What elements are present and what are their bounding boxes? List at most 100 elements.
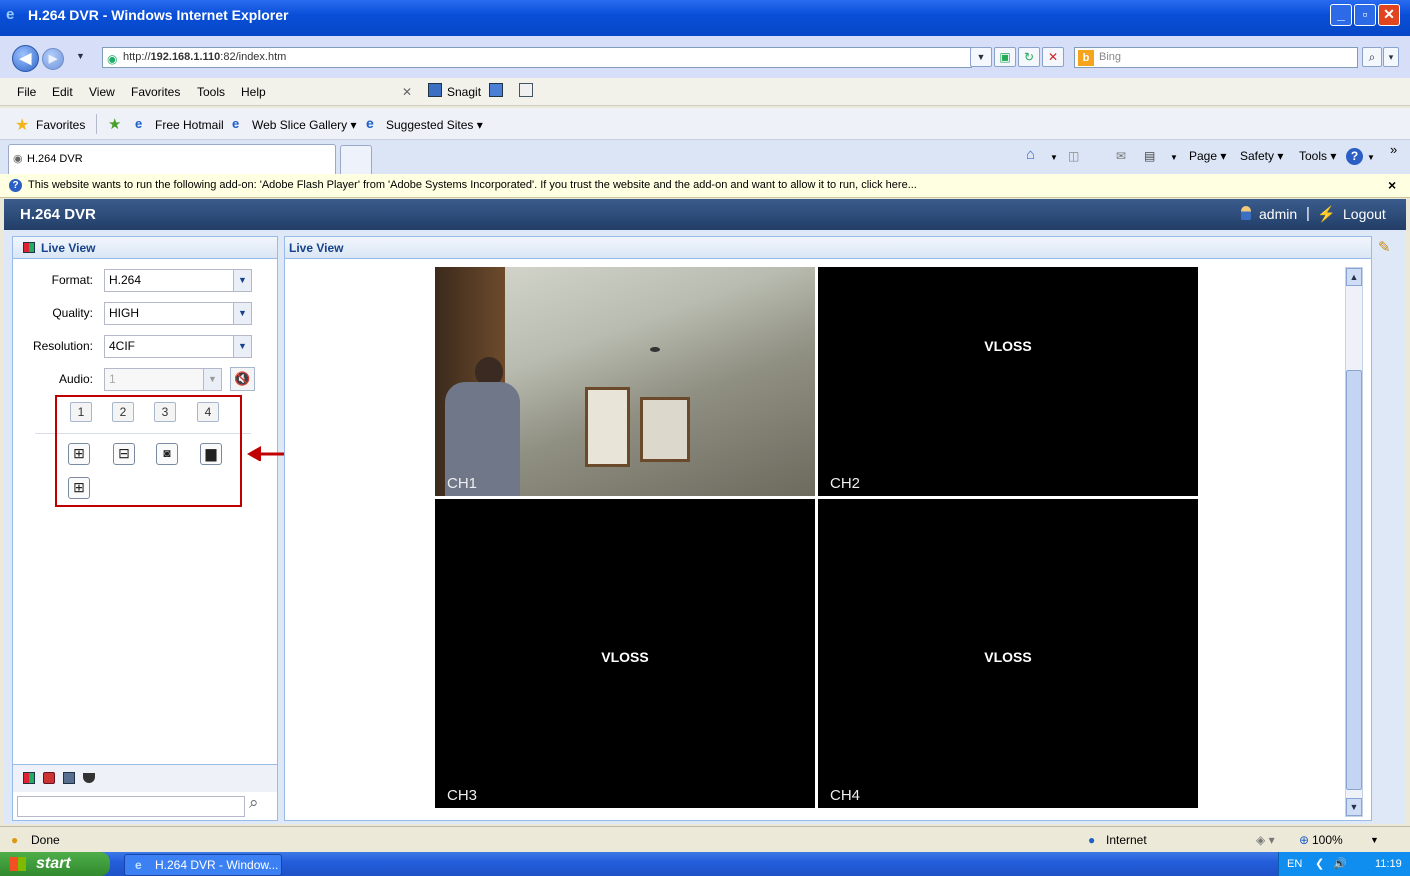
live-view-tab-icon[interactable]: [23, 772, 35, 784]
snagit-capture-icon[interactable]: [489, 83, 503, 97]
protected-mode-icon[interactable]: ◈ ▾: [1256, 827, 1275, 853]
add-favorite-icon[interactable]: ★: [108, 115, 121, 133]
chevron-down-icon[interactable]: ▼: [233, 336, 251, 357]
audio-select[interactable]: 1 ▼: [104, 368, 222, 391]
feeds-icon[interactable]: ◫: [1068, 149, 1079, 163]
help-icon[interactable]: ?: [1346, 148, 1363, 165]
ptz-camera-icon[interactable]: [83, 773, 95, 783]
recent-pages-dropdown-icon[interactable]: ▼: [76, 51, 85, 61]
home-dropdown-icon[interactable]: ▼: [1050, 153, 1058, 162]
infobar-close-button[interactable]: ×: [1388, 174, 1396, 197]
status-warning-icon: ●: [11, 833, 19, 847]
menu-bar: File Edit View Favorites Tools Help ✕ Sn…: [0, 78, 1410, 106]
menu-file[interactable]: File: [17, 85, 36, 99]
panel-tool-icon[interactable]: ✎: [1378, 238, 1391, 256]
window-title-bar[interactable]: e H.264 DVR - Windows Internet Explorer …: [0, 0, 1410, 36]
language-indicator[interactable]: EN: [1287, 852, 1302, 876]
help-dropdown-icon[interactable]: ▼: [1367, 153, 1375, 162]
zoom-level[interactable]: 100%: [1312, 827, 1343, 853]
vertical-scrollbar[interactable]: ▲ ▼: [1345, 267, 1363, 817]
scroll-thumb[interactable]: [1346, 370, 1362, 790]
favorites-button[interactable]: Favorites: [36, 118, 85, 132]
channel-3-view[interactable]: VLOSS CH3: [435, 499, 815, 808]
fav-free-hotmail[interactable]: Free Hotmail: [155, 118, 224, 132]
menu-favorites[interactable]: Favorites: [131, 85, 180, 99]
scroll-down-icon[interactable]: ▼: [1346, 798, 1362, 816]
resolution-label: Resolution:: [32, 339, 93, 353]
new-tab-button[interactable]: [340, 145, 372, 174]
search-input[interactable]: b Bing: [1074, 47, 1358, 68]
close-toolbar-icon[interactable]: ✕: [402, 85, 412, 99]
favorites-bar: ★ Favorites ★ e Free Hotmail e Web Slice…: [0, 108, 1410, 140]
logout-icon: ⚡: [1317, 206, 1336, 223]
channel-1-view[interactable]: CH1: [435, 267, 815, 496]
format-value: H.264: [109, 273, 142, 287]
safety-menu[interactable]: Safety ▾: [1240, 149, 1283, 163]
forward-button[interactable]: ▶: [42, 48, 64, 70]
print-icon[interactable]: ▤: [1144, 149, 1155, 163]
chevron-down-icon[interactable]: ▼: [203, 369, 221, 390]
infobar-text: This website wants to run the following …: [28, 179, 917, 191]
search-input[interactable]: [17, 796, 245, 817]
fav-suggested-sites[interactable]: Suggested Sites ▾: [386, 118, 483, 132]
page-menu[interactable]: Page ▾: [1189, 149, 1226, 163]
tab-h264-dvr[interactable]: ◉ H.264 DVR: [8, 144, 336, 174]
fav-web-slice-gallery[interactable]: Web Slice Gallery ▾: [252, 118, 357, 132]
maximize-button[interactable]: ▫: [1354, 4, 1376, 26]
right-panel-header: Live View: [285, 237, 1371, 259]
volume-icon[interactable]: 🔊: [1333, 852, 1347, 876]
snagit-editor-icon[interactable]: [519, 83, 533, 97]
start-button[interactable]: start: [0, 852, 110, 876]
clock[interactable]: 11:19: [1375, 852, 1402, 876]
channel-4-view[interactable]: VLOSS CH4: [818, 499, 1198, 808]
url-host: 192.168.1.110: [150, 51, 221, 63]
status-text: Done: [31, 833, 60, 847]
format-select[interactable]: H.264 ▼: [104, 269, 252, 292]
menu-view[interactable]: View: [89, 85, 115, 99]
address-dropdown-button[interactable]: ▼: [970, 47, 992, 67]
playback-tab-icon[interactable]: [43, 772, 55, 784]
address-toolbar: ◀ ▶ ▼ ◉ http://192.168.1.110:82/index.ht…: [0, 36, 1410, 78]
search-icon[interactable]: ⌕: [1362, 47, 1382, 67]
print-dropdown-icon[interactable]: ▼: [1170, 153, 1178, 162]
search-options-icon[interactable]: ▾: [1383, 47, 1399, 67]
menu-edit[interactable]: Edit: [52, 85, 73, 99]
channel-2-view[interactable]: VLOSS CH2: [818, 267, 1198, 496]
read-mail-icon[interactable]: ✉: [1116, 149, 1126, 163]
minimize-button[interactable]: _: [1330, 4, 1352, 26]
tray-expand-icon[interactable]: ❮: [1315, 852, 1324, 876]
zoom-dropdown-icon[interactable]: ▼: [1370, 827, 1379, 853]
chevron-down-icon[interactable]: ▼: [233, 303, 251, 324]
taskbar-ie-window[interactable]: e H.264 DVR - Window...: [124, 854, 282, 876]
app-title: H.264 DVR: [20, 206, 96, 223]
back-button[interactable]: ◀: [12, 45, 39, 72]
close-window-button[interactable]: ✕: [1378, 4, 1400, 26]
resolution-select[interactable]: 4CIF ▼: [104, 335, 252, 358]
chevron-down-icon[interactable]: ▼: [233, 270, 251, 291]
home-icon[interactable]: ⌂: [1026, 146, 1035, 163]
chevron-more-icon[interactable]: »: [1390, 142, 1397, 157]
logout-link[interactable]: Logout: [1343, 206, 1386, 222]
menu-help[interactable]: Help: [241, 85, 266, 99]
mute-icon[interactable]: 🔇: [230, 367, 255, 391]
stop-button[interactable]: ✕: [1042, 47, 1064, 67]
audio-value: 1: [109, 372, 116, 386]
tools-menu[interactable]: Tools ▾: [1299, 149, 1336, 163]
channel-2-status: VLOSS: [984, 338, 1032, 354]
quality-select[interactable]: HIGH ▼: [104, 302, 252, 325]
snagit-button[interactable]: Snagit: [447, 85, 481, 99]
left-panel-footer: [13, 764, 277, 792]
infobar[interactable]: ? This website wants to run the followin…: [0, 174, 1410, 198]
menu-tools[interactable]: Tools: [197, 85, 225, 99]
separator: [96, 114, 97, 134]
channel-2-label: CH2: [830, 475, 861, 492]
resolution-value: 4CIF: [109, 339, 136, 353]
compatibility-view-button[interactable]: ▣: [994, 47, 1016, 67]
config-tab-icon[interactable]: [63, 772, 75, 784]
search-icon[interactable]: ⌕: [249, 793, 259, 813]
address-input[interactable]: ◉ http://192.168.1.110:82/index.htm: [102, 47, 972, 68]
refresh-button[interactable]: ↻: [1018, 47, 1040, 67]
user-icon: [1241, 206, 1251, 220]
scroll-up-icon[interactable]: ▲: [1346, 268, 1362, 286]
quality-value: HIGH: [109, 306, 139, 320]
